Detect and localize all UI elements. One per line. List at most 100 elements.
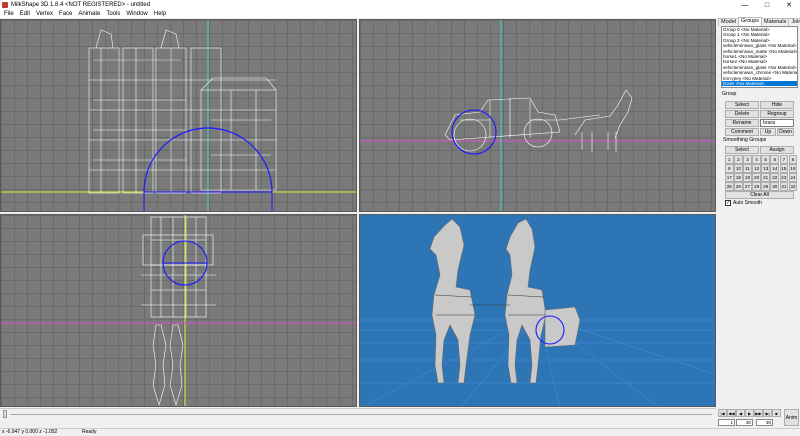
menu-window[interactable]: Window — [123, 10, 150, 18]
group-row[interactable]: vehicleminivan_glass <No Material> — [722, 43, 797, 48]
smoothing-group-button[interactable]: 2 — [734, 155, 743, 164]
smoothing-group-button[interactable]: 7 — [779, 155, 789, 164]
smoothing-group-button[interactable]: 22 — [770, 173, 780, 182]
milkshape-window: MilkShape 3D 1.8.4 <NOT REGISTERED> - un… — [0, 0, 800, 436]
app-icon — [2, 2, 8, 8]
title-bar: MilkShape 3D 1.8.4 <NOT REGISTERED> - un… — [0, 0, 800, 10]
smoothing-group-button[interactable]: 27 — [743, 182, 752, 191]
tab-joints[interactable]: Joints — [788, 18, 800, 26]
smoothing-group-button[interactable]: 25 — [725, 182, 734, 191]
menu-animate[interactable]: Animate — [75, 10, 103, 18]
group-down-button[interactable]: Down — [777, 128, 794, 136]
menu-help[interactable]: Help — [151, 10, 169, 18]
minimize-button[interactable]: — — [734, 0, 756, 10]
smoothing-group-button[interactable]: 19 — [743, 173, 752, 182]
group-hide-button[interactable]: Hide — [760, 101, 794, 109]
smoothing-group-button[interactable]: 29 — [761, 182, 770, 191]
front-viewport[interactable] — [0, 19, 357, 212]
smoothing-group-button[interactable]: 9 — [725, 164, 734, 173]
side-wireframe — [360, 20, 715, 211]
smoothing-group-button[interactable]: 20 — [752, 173, 761, 182]
status-text: Ready — [82, 429, 97, 435]
smoothing-group-button[interactable]: 3 — [743, 155, 752, 164]
smoothing-group-button[interactable]: 21 — [761, 173, 770, 182]
smoothing-group-button[interactable]: 10 — [734, 164, 743, 173]
menu-face[interactable]: Face — [56, 10, 75, 18]
smoothing-group-button[interactable]: 16 — [788, 164, 798, 173]
group-select-button[interactable]: Select — [725, 101, 759, 109]
group-list[interactable]: Group 0 <No Material> Group 1 <No Materi… — [721, 26, 798, 88]
smoothing-group-button[interactable]: 17 — [725, 173, 734, 182]
animation-controls: |◀ ◀◀ ◀ ▶ ▶▶ ▶| ■ 1 30 30 Anim — [718, 408, 800, 428]
top-wireframe — [1, 215, 356, 406]
group-comment-button[interactable]: Comment — [725, 128, 759, 136]
side-viewport[interactable] — [359, 19, 716, 212]
groups-panel: Model Groups Materials Joints Group 0 <N… — [718, 17, 800, 408]
maximize-button[interactable]: □ — [756, 0, 778, 10]
anim-button[interactable]: Anim — [784, 409, 799, 426]
end-frame-field[interactable]: 30 — [736, 419, 753, 426]
coordinates-readout: x -6.947 y 0.000 z -1.052 — [2, 429, 58, 435]
smoothing-group-button[interactable]: 23 — [779, 173, 789, 182]
window-controls: — □ ✕ — [734, 0, 800, 10]
status-bar: x -6.947 y 0.000 z -1.052 Ready — [0, 428, 800, 436]
perspective-viewport[interactable] — [359, 214, 716, 407]
start-frame-field[interactable]: 1 — [718, 419, 735, 426]
smoothing-group-button[interactable]: 13 — [761, 164, 770, 173]
smoothing-group-button[interactable]: 8 — [788, 155, 798, 164]
menu-file[interactable]: File — [1, 10, 17, 18]
top-viewport[interactable] — [0, 214, 357, 407]
stop-button[interactable]: ■ — [772, 409, 781, 417]
smoothing-group-button[interactable]: 28 — [752, 182, 761, 191]
group-regroup-button[interactable]: Regroup — [760, 110, 794, 118]
menu-edit[interactable]: Edit — [17, 10, 33, 18]
smoothing-group-button[interactable]: 30 — [770, 182, 780, 191]
frame-total-field[interactable]: 30 — [756, 419, 773, 426]
rename-field[interactable]: brass — [760, 119, 794, 127]
group-delete-button[interactable]: Delete — [725, 110, 759, 118]
clear-all-button[interactable]: Clear All — [725, 191, 794, 199]
group-rename-button[interactable]: Rename — [725, 119, 759, 127]
smoothing-group-button[interactable]: 32 — [788, 182, 798, 191]
timeline-thumb[interactable] — [3, 410, 7, 418]
menu-tools[interactable]: Tools — [103, 10, 123, 18]
window-title: MilkShape 3D 1.8.4 <NOT REGISTERED> - un… — [11, 2, 150, 8]
panel-tabs: Model Groups Materials Joints — [718, 17, 800, 26]
prev-frame-button[interactable]: ◀ — [736, 409, 745, 417]
group-row-selected[interactable]: brass <No Material> — [722, 81, 797, 87]
smoothing-group-button[interactable]: 15 — [779, 164, 789, 173]
smoothing-section-label: Smoothing Groups — [723, 137, 767, 143]
smoothing-group-button[interactable]: 5 — [761, 155, 770, 164]
menu-bar: File Edit Vertex Face Animate Tools Wind… — [0, 10, 800, 18]
smoothing-group-button[interactable]: 24 — [788, 173, 798, 182]
smoothing-group-button[interactable]: 11 — [743, 164, 752, 173]
smoothing-group-button[interactable]: 26 — [734, 182, 743, 191]
fast-forward-button[interactable]: ▶▶ — [754, 409, 763, 417]
smoothing-group-button[interactable]: 18 — [734, 173, 743, 182]
auto-smooth-label: Auto Smooth — [733, 200, 762, 206]
smoothing-select-button[interactable]: Select — [725, 146, 759, 154]
smoothing-group-button[interactable]: 4 — [752, 155, 761, 164]
menu-vertex[interactable]: Vertex — [33, 10, 56, 18]
smoothing-group-button[interactable]: 31 — [779, 182, 789, 191]
smoothing-group-button[interactable]: 6 — [770, 155, 780, 164]
smoothing-group-grid: 1 2 3 4 5 6 7 8 9 10 11 12 13 14 15 16 1… — [725, 155, 798, 191]
front-wireframe — [1, 20, 356, 211]
group-up-button[interactable]: Up — [760, 128, 776, 136]
tab-model[interactable]: Model — [718, 18, 739, 26]
last-frame-button[interactable]: ▶| — [763, 409, 772, 417]
group-section-label: Group — [722, 91, 737, 97]
smoothing-assign-button[interactable]: Assign — [760, 146, 794, 154]
timeline-slider[interactable] — [0, 408, 716, 418]
group-row[interactable]: vehicleminivan_chrome <No Material> — [722, 70, 797, 75]
tab-groups[interactable]: Groups — [737, 17, 763, 26]
auto-smooth-checkbox[interactable]: ✓ — [725, 200, 731, 206]
smoothing-group-button[interactable]: 1 — [725, 155, 734, 164]
first-frame-button[interactable]: |◀ — [718, 409, 727, 417]
close-button[interactable]: ✕ — [778, 0, 800, 10]
tab-materials[interactable]: Materials — [761, 18, 790, 26]
play-button[interactable]: ▶ — [745, 409, 754, 417]
smoothing-group-button[interactable]: 14 — [770, 164, 780, 173]
smoothing-group-button[interactable]: 12 — [752, 164, 761, 173]
rewind-button[interactable]: ◀◀ — [727, 409, 736, 417]
